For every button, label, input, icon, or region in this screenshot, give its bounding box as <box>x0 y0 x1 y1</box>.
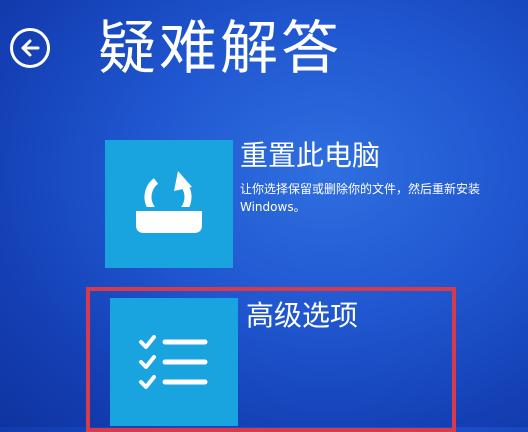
back-button[interactable] <box>10 28 50 68</box>
checklist-icon <box>137 332 211 392</box>
advanced-options-tile[interactable] <box>110 298 238 426</box>
reset-pc-description: 让你选择保留或删除你的文件，然后重新安装 Windows。 <box>240 182 481 214</box>
page-title: 疑难解答 <box>98 14 343 82</box>
reset-pc-icon <box>128 163 210 245</box>
back-arrow-icon <box>19 37 41 59</box>
reset-pc-tile[interactable] <box>105 140 233 268</box>
reset-pc-title: 重置此电脑 <box>240 139 381 172</box>
advanced-options-title: 高级选项 <box>246 299 359 332</box>
